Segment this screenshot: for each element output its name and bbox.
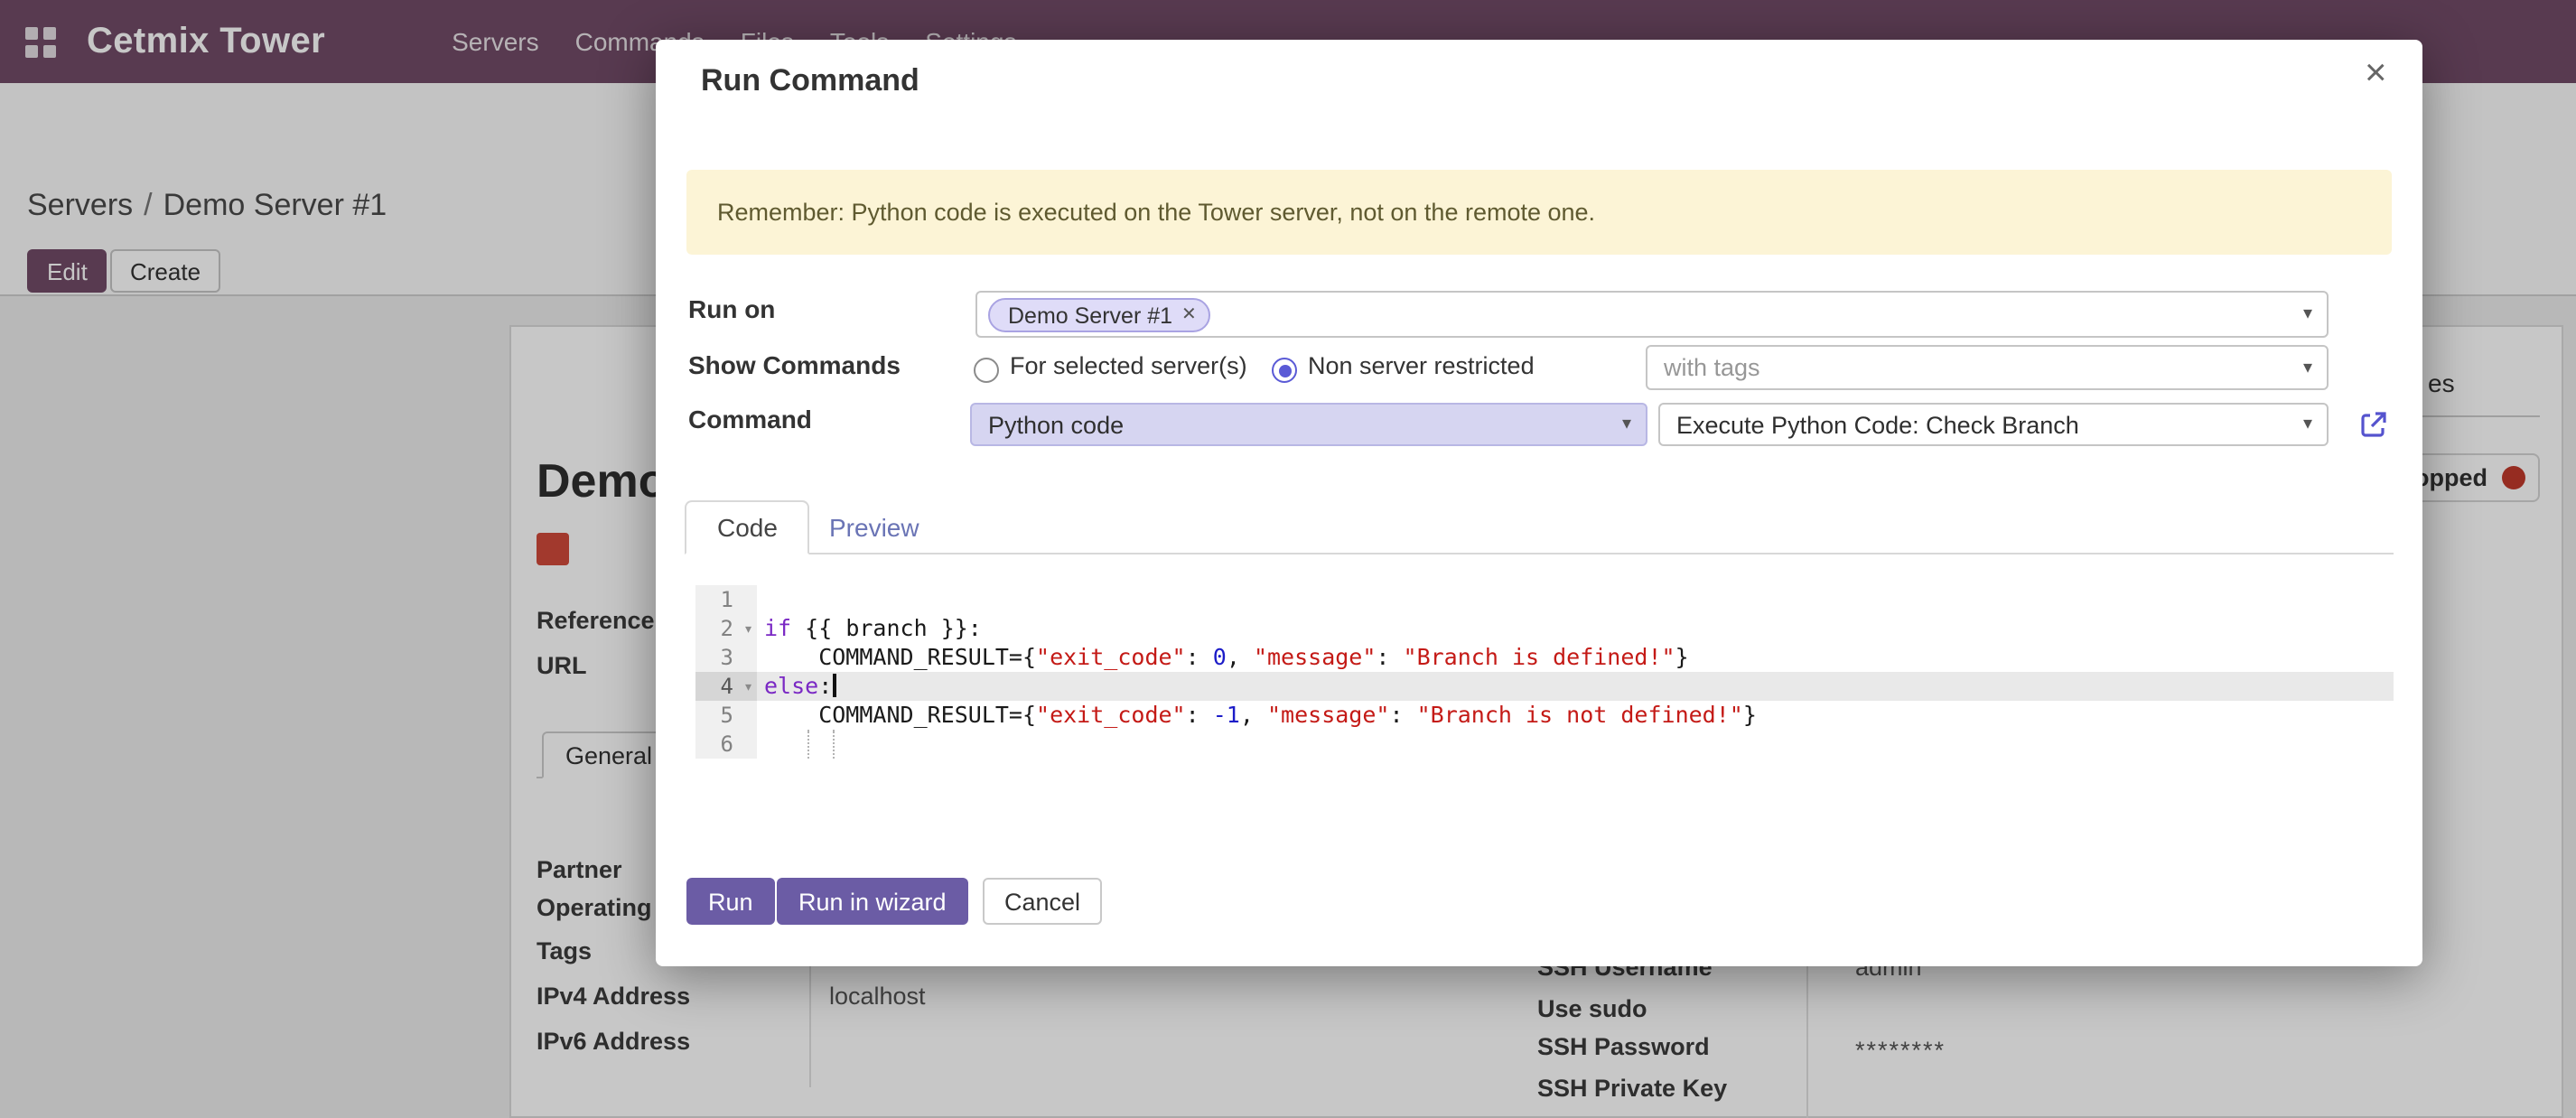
gutter-cell: 6 [695,730,757,759]
run-command-modal: Run Command × Remember: Python code is e… [656,40,2422,966]
chevron-down-icon: ▾ [2303,415,2312,434]
indent-guide [807,730,809,759]
code-line[interactable]: 2▾if {{ branch }}: [695,614,2394,643]
with-tags-select[interactable]: with tags ▾ [1646,345,2329,390]
run-in-wizard-button[interactable]: Run in wizard [777,878,968,925]
command-select[interactable]: Execute Python Code: Check Branch ▾ [1658,403,2329,446]
command-type-value: Python code [988,411,1124,438]
command-label: Command [688,405,812,433]
command-value: Execute Python Code: Check Branch [1676,411,2079,438]
server-tag-label: Demo Server #1 [1008,303,1172,328]
gutter-cell: 1 [695,585,757,614]
code-editor[interactable]: 12▾if {{ branch }}:3 COMMAND_RESULT={"ex… [695,585,2394,759]
modal-title: Run Command [701,63,919,99]
external-link-icon[interactable] [2357,408,2390,441]
command-type-select[interactable]: Python code ▾ [970,403,1647,446]
chevron-down-icon: ▾ [2303,304,2312,324]
gutter-cell: 3 [695,643,757,672]
server-tag: Demo Server #1 ✕ [988,298,1211,332]
warning-banner: Remember: Python code is executed on the… [686,170,2392,255]
with-tags-placeholder: with tags [1664,354,1760,381]
code-line[interactable]: 6 [695,730,2394,759]
code-line[interactable]: 4▾else: [695,672,2394,701]
tab-code[interactable]: Code [685,500,810,554]
run-on-label: Run on [688,294,775,323]
cancel-button[interactable]: Cancel [983,878,1102,925]
close-icon[interactable]: × [2365,54,2387,92]
code-line[interactable]: 1 [695,585,2394,614]
gutter-cell: 2▾ [695,614,757,643]
chevron-down-icon: ▾ [1622,415,1631,434]
tab-preview[interactable]: Preview [800,500,948,554]
run-on-select[interactable]: Demo Server #1 ✕ ▾ [975,291,2329,338]
code-line[interactable]: 5 COMMAND_RESULT={"exit_code": -1, "mess… [695,701,2394,730]
radio-non-server-restricted-label[interactable]: Non server restricted [1308,352,1535,379]
remove-tag-icon[interactable]: ✕ [1181,305,1197,325]
run-button[interactable]: Run [686,878,775,925]
show-commands-label: Show Commands [688,350,901,379]
gutter-cell: 4▾ [695,672,757,701]
indent-guide [833,730,835,759]
tab-bar-line [685,553,2394,554]
radio-for-selected-servers-label[interactable]: For selected server(s) [1010,352,1247,379]
screen: Cetmix Tower Servers Commands Files Tool… [0,0,2576,1118]
radio-for-selected-servers[interactable] [974,358,999,383]
fold-icon[interactable]: ▾ [743,616,753,645]
warning-text: Remember: Python code is executed on the… [717,199,1595,226]
code-line[interactable]: 3 COMMAND_RESULT={"exit_code": 0, "messa… [695,643,2394,672]
radio-non-server-restricted[interactable] [1272,358,1297,383]
gutter-cell: 5 [695,701,757,730]
text-cursor [832,674,835,697]
chevron-down-icon: ▾ [2303,358,2312,377]
fold-icon[interactable]: ▾ [743,674,753,703]
